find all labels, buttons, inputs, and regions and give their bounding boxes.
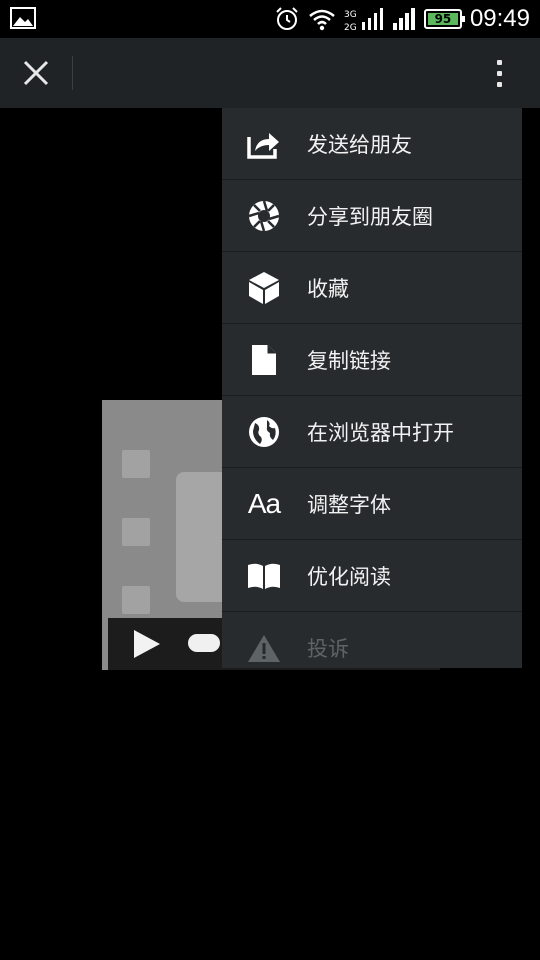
book-icon <box>246 558 282 594</box>
menu-item-favorite[interactable]: 收藏 <box>222 252 522 324</box>
clock-time: 09:49 <box>469 5 530 32</box>
menu-item-label: 优化阅读 <box>307 564 391 589</box>
menu-item-adjust-font[interactable]: Aa 调整字体 <box>222 468 522 540</box>
battery-level: 95 <box>427 13 458 25</box>
close-icon <box>23 60 49 86</box>
menu-item-label: 调整字体 <box>307 492 391 517</box>
menu-item-label: 发送给朋友 <box>307 132 412 157</box>
share-send-icon <box>246 126 282 162</box>
menu-item-label: 收藏 <box>307 276 349 301</box>
menu-item-label: 在浏览器中打开 <box>307 420 454 445</box>
signal-icon <box>392 6 416 32</box>
copy-link-document-icon <box>246 342 282 378</box>
status-bar: 3G 2G 95 09:49 <box>0 0 540 38</box>
menu-item-label: 分享到朋友圈 <box>307 204 433 229</box>
menu-item-send-to-friend[interactable]: 发送给朋友 <box>222 108 522 180</box>
menu-item-share-moments[interactable]: 分享到朋友圈 <box>222 180 522 252</box>
menu-item-label: 复制链接 <box>307 348 391 373</box>
font-size-icon: Aa <box>247 488 281 519</box>
menu-item-label: 投诉 <box>307 636 349 661</box>
globe-icon <box>246 414 282 450</box>
image-icon <box>10 7 36 29</box>
play-button[interactable] <box>130 628 162 660</box>
network-3g-label: 3G <box>344 10 357 20</box>
signal-3g-icon: 3G 2G <box>344 6 384 32</box>
more-vertical-icon <box>496 59 502 65</box>
menu-item-open-in-browser[interactable]: 在浏览器中打开 <box>222 396 522 468</box>
more-options-button[interactable] <box>484 50 514 96</box>
wifi-icon <box>308 7 336 31</box>
network-2g-label: 2G <box>344 23 357 32</box>
seek-handle[interactable] <box>188 634 220 652</box>
play-icon <box>134 630 160 658</box>
moments-aperture-icon <box>246 198 282 234</box>
battery-icon: 95 <box>423 9 465 29</box>
title-divider <box>72 56 73 90</box>
overflow-menu: 发送给朋友 分享到朋友圈 收藏 复制链接 在浏览器中打开 Aa 调整字体 优化阅… <box>222 108 522 668</box>
menu-item-optimize-reading[interactable]: 优化阅读 <box>222 540 522 612</box>
favorite-cube-icon <box>246 270 282 306</box>
title-bar <box>0 38 540 108</box>
menu-item-report[interactable]: 投诉 <box>222 612 522 668</box>
menu-item-copy-link[interactable]: 复制链接 <box>222 324 522 396</box>
close-button[interactable] <box>12 50 60 96</box>
alarm-icon <box>274 6 300 32</box>
warning-icon <box>246 630 282 666</box>
